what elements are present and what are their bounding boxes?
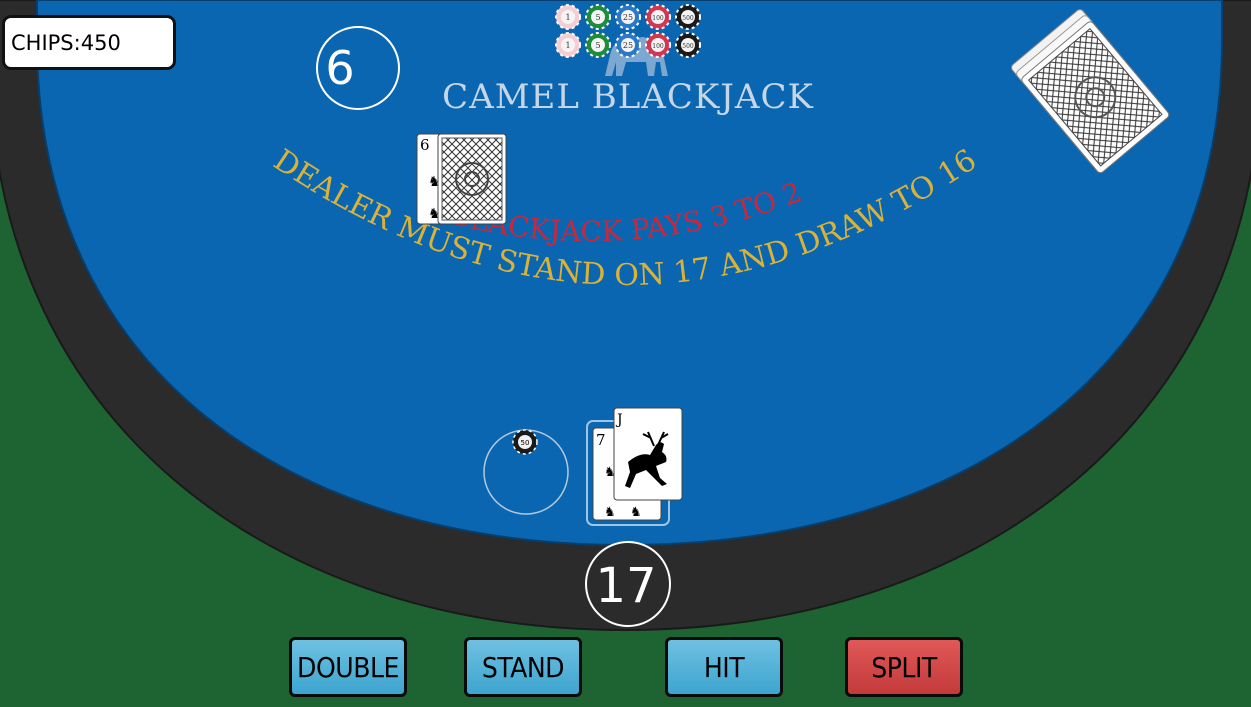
rack-chip-25[interactable]: 25 <box>615 4 641 30</box>
rack-chip-value: 5 <box>595 13 600 22</box>
chips-value: 450 <box>80 30 121 55</box>
chips-label: CHIPS: <box>11 30 81 55</box>
rack-chip-value: 1 <box>565 41 570 50</box>
rack-chip-value: 1 <box>565 13 570 22</box>
rack-chip-value: 500 <box>682 43 694 50</box>
double-button[interactable]: DOUBLE <box>289 637 407 697</box>
bet-chip-value: 50 <box>521 439 530 447</box>
player-card-2: J <box>613 407 683 501</box>
player-total: 17 <box>595 558 656 614</box>
dealer-hand: 6 ♞ ♞ <box>416 133 507 225</box>
rack-chip-5[interactable]: 5 <box>585 32 611 58</box>
rack-chip-1[interactable]: 1 <box>555 4 581 30</box>
rack-chip-value: 25 <box>623 41 633 50</box>
rack-chip-500[interactable]: 500 <box>675 4 701 30</box>
split-button[interactable]: SPLIT <box>845 637 963 697</box>
dealer-card-1-rank: 6 <box>420 136 430 154</box>
player-card-2-rank: J <box>615 412 623 428</box>
rack-chip-value: 25 <box>623 13 633 22</box>
player-card-1-rank: 7 <box>596 431 606 449</box>
dealer-total: 6 <box>325 41 354 95</box>
rack-chip-value: 100 <box>652 43 664 50</box>
rack-chip-5[interactable]: 5 <box>585 4 611 30</box>
rack-chip-100[interactable]: 100 <box>645 4 671 30</box>
stand-button[interactable]: STAND <box>464 637 582 697</box>
camel-suit-icon: ♞ <box>630 505 642 520</box>
rack-chip-value: 5 <box>595 41 600 50</box>
bet-chip[interactable]: 50 <box>512 429 538 455</box>
rack-chip-value: 500 <box>682 15 694 22</box>
rack-chip-100[interactable]: 100 <box>645 32 671 58</box>
chips-counter: CHIPS: 450 <box>2 15 176 70</box>
rack-chip-25[interactable]: 25 <box>615 32 641 58</box>
hit-button[interactable]: HIT <box>665 637 783 697</box>
camel-suit-icon: ♞ <box>604 505 616 520</box>
dealer-card-2-facedown <box>437 133 507 225</box>
rack-chip-500[interactable]: 500 <box>675 32 701 58</box>
game-table: 15251005001525100500 CAMEL BLACKJACK BLA… <box>0 0 1251 707</box>
rack-chip-value: 100 <box>652 15 664 22</box>
rack-chip-1[interactable]: 1 <box>555 32 581 58</box>
table-title: CAMEL BLACKJACK <box>442 77 814 117</box>
